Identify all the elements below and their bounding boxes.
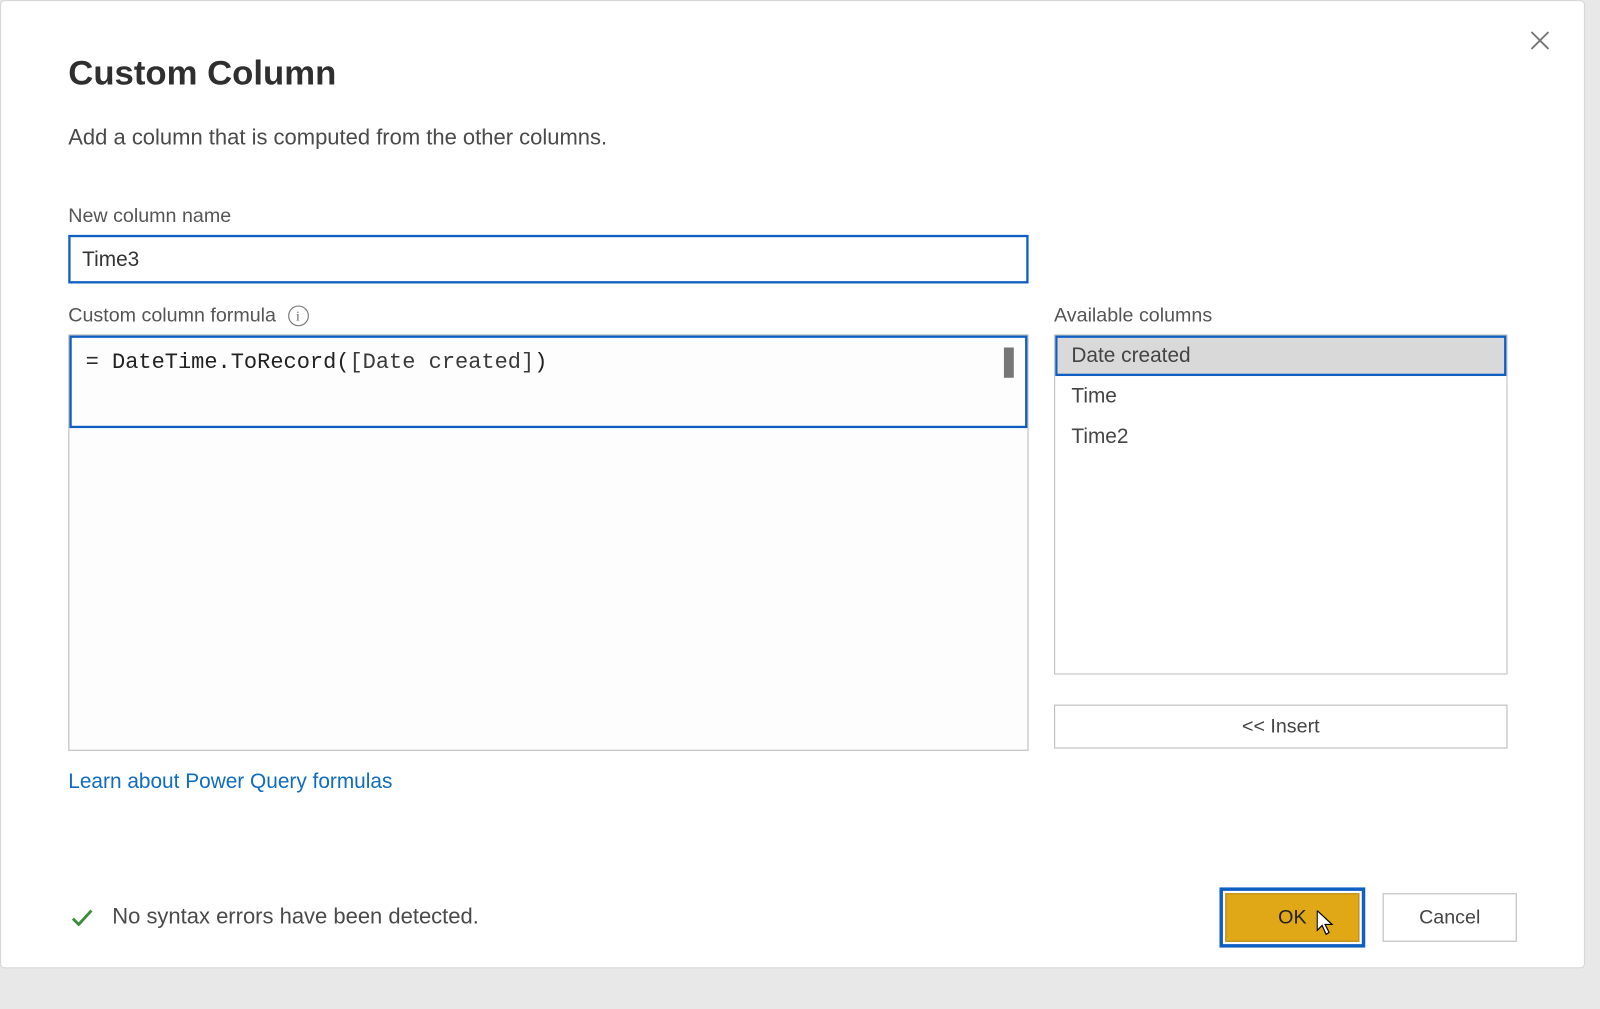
available-columns-list[interactable]: Date created Time Time2 <box>1054 334 1508 674</box>
status-message: No syntax errors have been detected. <box>112 905 479 930</box>
new-column-name-input[interactable] <box>68 235 1028 284</box>
available-column-item[interactable]: Date created <box>1055 336 1506 376</box>
formula-open-paren: ( <box>336 349 349 374</box>
close-icon <box>1527 28 1552 53</box>
status-row: No syntax errors have been detected. <box>68 904 479 932</box>
ok-button-label: OK <box>1278 906 1306 929</box>
cancel-button-label: Cancel <box>1419 906 1480 929</box>
formula-arg: [Date created] <box>349 349 534 374</box>
text-caret-icon: ▋ <box>1004 349 1016 377</box>
mouse-cursor-icon <box>1317 911 1338 939</box>
dialog-subtitle: Add a column that is computed from the o… <box>68 126 1517 151</box>
insert-button[interactable]: << Insert <box>1054 705 1508 749</box>
checkmark-icon <box>68 904 96 932</box>
custom-column-dialog: Custom Column Add a column that is compu… <box>0 0 1585 968</box>
custom-column-formula-input[interactable]: = DateTime.ToRecord([Date created]) ▋ <box>68 334 1028 751</box>
formula-text: = DateTime.ToRecord([Date created]) <box>69 336 1027 389</box>
ok-button[interactable]: OK <box>1225 893 1359 942</box>
learn-about-formulas-link[interactable]: Learn about Power Query formulas <box>68 769 392 793</box>
formula-prefix: = <box>86 349 112 374</box>
cancel-button[interactable]: Cancel <box>1383 893 1517 942</box>
info-icon[interactable]: i <box>288 305 309 326</box>
custom-column-formula-label: Custom column formula <box>68 304 276 327</box>
close-button[interactable] <box>1521 22 1558 59</box>
available-column-item[interactable]: Time2 <box>1055 417 1506 457</box>
available-column-item[interactable]: Time <box>1055 376 1506 416</box>
available-columns-label: Available columns <box>1054 304 1508 327</box>
dialog-title: Custom Column <box>68 54 1517 93</box>
formula-close-paren: ) <box>534 349 547 374</box>
new-column-name-label: New column name <box>68 205 1517 228</box>
formula-function: DateTime.ToRecord <box>112 349 336 374</box>
